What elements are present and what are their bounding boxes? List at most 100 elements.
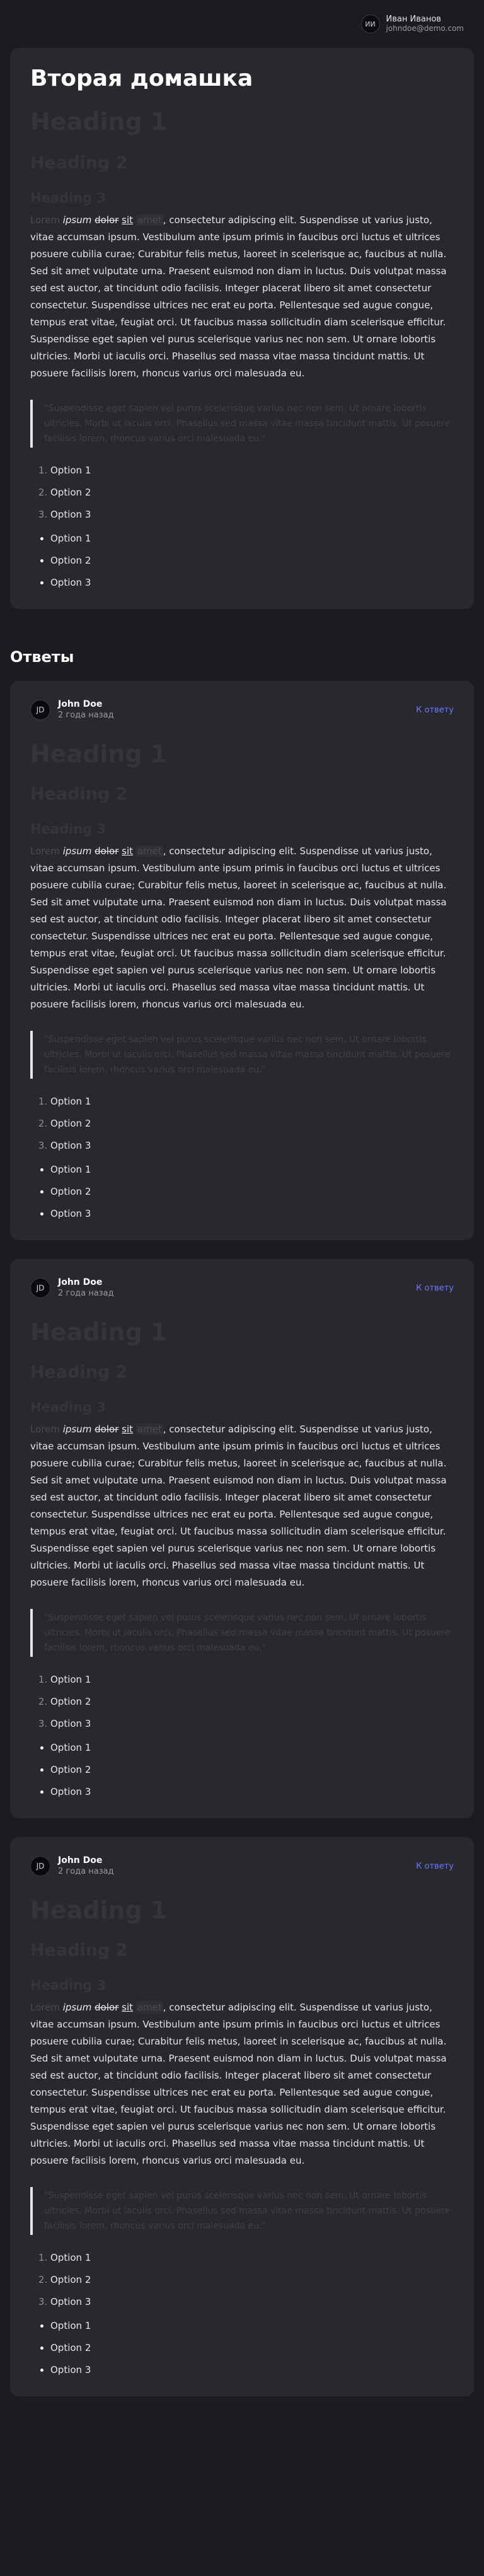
highlight-word: amet [135, 845, 163, 857]
list-item: Option 3 [50, 576, 454, 589]
avatar: JD [30, 1278, 50, 1298]
unordered-list: Option 1 Option 2 Option 3 [30, 532, 454, 589]
strike-word: dolor [95, 845, 119, 857]
list-item: Option 2 [50, 486, 454, 499]
list-item: Option 3 [50, 2364, 454, 2376]
heading-2: Heading 2 [30, 1362, 128, 1382]
ordered-list: Option 1 Option 2 Option 3 [30, 2251, 454, 2308]
list-item: Option 1 [50, 2251, 454, 2264]
lead-word: Lorem [30, 2002, 60, 2013]
unordered-list: Option 1 Option 2 Option 3 [30, 2319, 454, 2376]
italic-word: ipsum [62, 2002, 92, 2013]
paragraph-rest: , consectetur adipiscing elit. Suspendis… [30, 214, 447, 379]
ordered-list: Option 1 Option 2 Option 3 [30, 464, 454, 521]
italic-word: ipsum [62, 1424, 92, 1435]
list-item: Option 1 [50, 1163, 454, 1176]
heading-1: Heading 1 [30, 1318, 168, 1346]
blockquote: "Suspendisse eget sapien vel purus scele… [30, 400, 454, 448]
list-item: Option 2 [50, 2273, 454, 2286]
list-item: Option 1 [50, 2319, 454, 2332]
list-item: Option 3 [50, 508, 454, 521]
avatar: JD [30, 700, 50, 720]
page-title: Вторая домашка [30, 66, 253, 91]
answer-author: JD John Doe 2 года назад [30, 1855, 114, 1877]
avatar: JD [30, 1856, 50, 1876]
list-item: Option 3 [50, 1717, 454, 1730]
answer-time: 2 года назад [58, 1289, 114, 1298]
strike-word: dolor [95, 2002, 119, 2013]
answer-body: Heading 1 Heading 2 Heading 3 Lorem ipsu… [30, 1318, 454, 1798]
list-item: Option 1 [50, 464, 454, 477]
answer-card: JD John Doe 2 года назад К ответу Headin… [10, 1837, 474, 2396]
main-content: Вторая домашка Heading 1 Heading 2 Headi… [0, 48, 484, 2396]
ordered-list: Option 1 Option 2 Option 3 [30, 1673, 454, 1730]
italic-word: ipsum [62, 845, 92, 857]
strike-word: dolor [95, 1424, 119, 1435]
reply-link[interactable]: К ответу [416, 1862, 454, 1871]
body-paragraph: Lorem ipsum dolor sit amet, consectetur … [30, 1421, 454, 1591]
answer-author: JD John Doe 2 года назад [30, 1277, 114, 1299]
highlight-word: amet [135, 214, 163, 226]
heading-1: Heading 1 [30, 108, 168, 136]
list-item: Option 1 [50, 1095, 454, 1108]
list-item: Option 3 [50, 1207, 454, 1220]
unordered-list: Option 1 Option 2 Option 3 [30, 1163, 454, 1220]
list-item: Option 2 [50, 1695, 454, 1708]
lead-word: Lorem [30, 845, 60, 857]
highlight-word: amet [135, 2002, 163, 2013]
underline-word: sit [122, 1424, 134, 1435]
blockquote: "Suspendisse eget sapien vel purus scele… [30, 1609, 454, 1657]
list-item: Option 2 [50, 1117, 454, 1130]
heading-1: Heading 1 [30, 1896, 168, 1924]
list-item: Option 3 [50, 2295, 454, 2308]
answer-card: JD John Doe 2 года назад К ответу Headin… [10, 1259, 474, 1818]
list-item: Option 1 [50, 532, 454, 545]
underline-word: sit [122, 214, 134, 226]
reply-link[interactable]: К ответу [416, 1284, 454, 1293]
lead-word: Lorem [30, 214, 60, 226]
blockquote: "Suspendisse eget sapien vel purus scele… [30, 2187, 454, 2235]
user-email: johndoe@demo.com [386, 24, 464, 33]
post-body: Heading 1 Heading 2 Heading 3 Lorem ipsu… [30, 108, 454, 589]
ordered-list: Option 1 Option 2 Option 3 [30, 1095, 454, 1152]
heading-3: Heading 3 [30, 1978, 107, 1993]
user-menu[interactable]: ИИ Иван Иванов johndoe@demo.com [360, 15, 464, 33]
paragraph-rest: , consectetur adipiscing elit. Suspendis… [30, 2002, 447, 2166]
underline-word: sit [122, 2002, 134, 2013]
author-name: John Doe [58, 1855, 103, 1865]
author-name: John Doe [58, 1277, 103, 1287]
answer-card: JD John Doe 2 года назад К ответу Headin… [10, 681, 474, 1240]
answer-body: Heading 1 Heading 2 Heading 3 Lorem ipsu… [30, 1896, 454, 2376]
heading-1: Heading 1 [30, 740, 168, 768]
list-item: Option 2 [50, 1763, 454, 1776]
list-item: Option 2 [50, 1185, 454, 1198]
list-item: Option 3 [50, 1139, 454, 1152]
list-item: Option 3 [50, 1785, 454, 1798]
unordered-list: Option 1 Option 2 Option 3 [30, 1741, 454, 1798]
italic-word: ipsum [62, 214, 92, 226]
body-paragraph: Lorem ipsum dolor sit amet, consectetur … [30, 843, 454, 1013]
heading-2: Heading 2 [30, 153, 128, 173]
top-bar: ИИ Иван Иванов johndoe@demo.com [0, 0, 484, 48]
post-card: Вторая домашка Heading 1 Heading 2 Headi… [10, 48, 474, 609]
list-item: Option 2 [50, 554, 454, 567]
user-name: Иван Иванов [386, 15, 441, 24]
author-name: John Doe [58, 699, 103, 709]
heading-2: Heading 2 [30, 1941, 128, 1960]
paragraph-rest: , consectetur adipiscing elit. Suspendis… [30, 845, 447, 1010]
lead-word: Lorem [30, 1424, 60, 1435]
highlight-word: amet [135, 1424, 163, 1435]
list-item: Option 1 [50, 1741, 454, 1754]
avatar: ИИ [360, 15, 380, 33]
answers-title: Ответы [10, 648, 74, 666]
answer-time: 2 года назад [58, 1867, 114, 1876]
heading-3: Heading 3 [30, 190, 107, 206]
answer-author: JD John Doe 2 года назад [30, 699, 114, 721]
body-paragraph: Lorem ipsum dolor sit amet, consectetur … [30, 1999, 454, 2169]
list-item: Option 1 [50, 1673, 454, 1686]
reply-link[interactable]: К ответу [416, 705, 454, 715]
heading-2: Heading 2 [30, 784, 128, 804]
heading-3: Heading 3 [30, 821, 107, 837]
blockquote: "Suspendisse eget sapien vel purus scele… [30, 1031, 454, 1079]
answer-time: 2 года назад [58, 711, 114, 720]
